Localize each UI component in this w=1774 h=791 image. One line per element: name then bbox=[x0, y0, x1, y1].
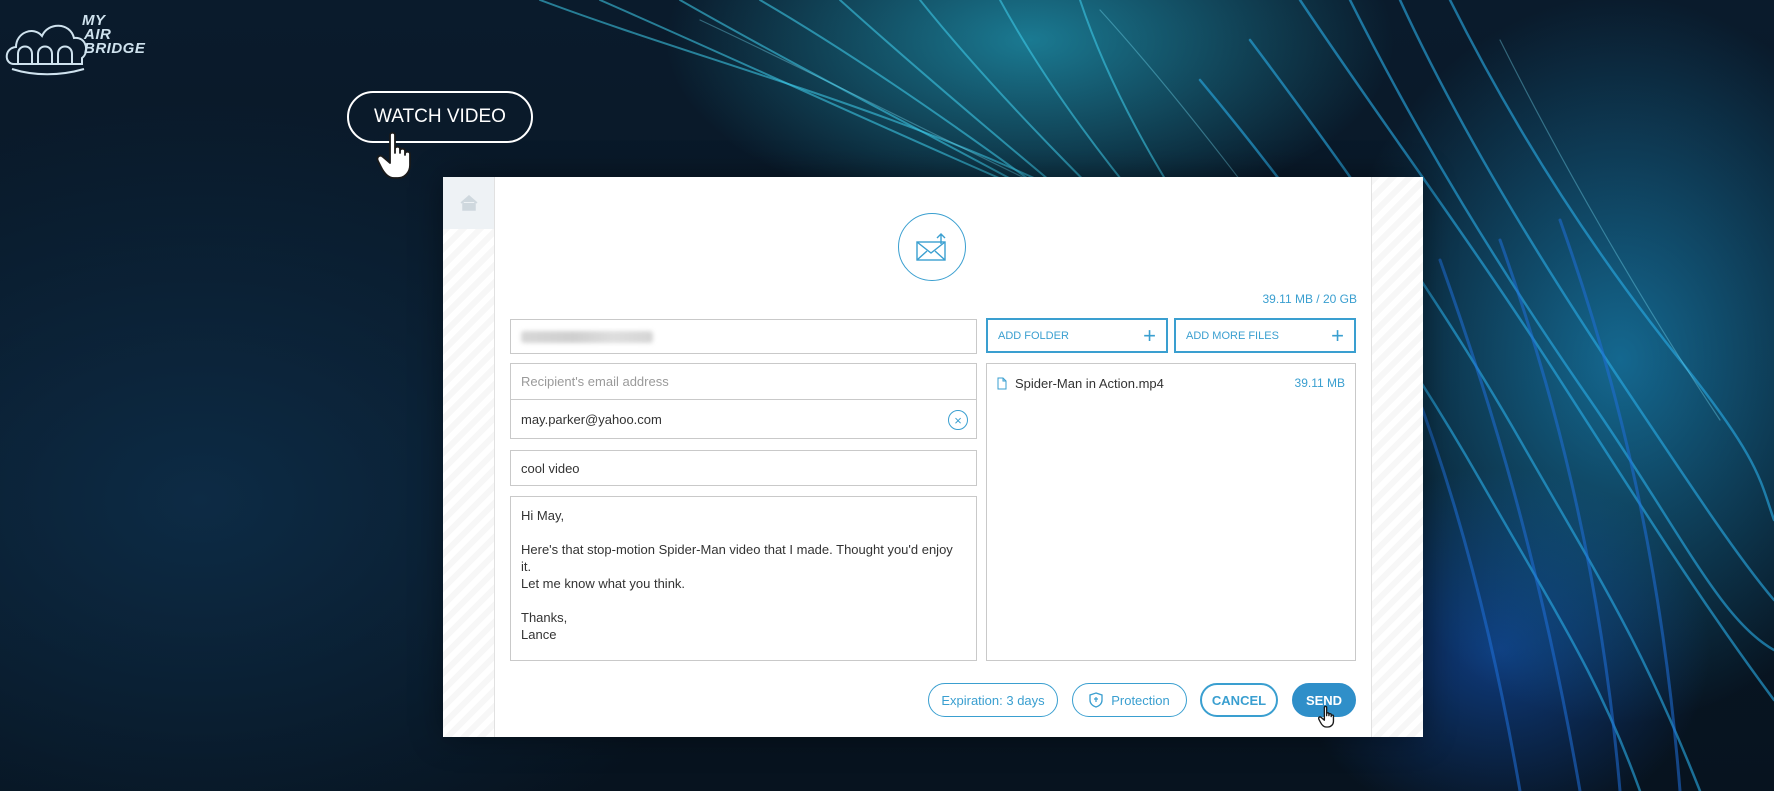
hand-pointer-icon bbox=[1318, 705, 1335, 728]
expiration-label: Expiration: 3 days bbox=[941, 692, 1045, 708]
hand-pointer-icon bbox=[376, 131, 411, 179]
shield-icon bbox=[1089, 692, 1103, 708]
file-item[interactable]: Spider-Man in Action.mp4 39.11 MB bbox=[997, 374, 1345, 392]
home-icon bbox=[460, 195, 477, 211]
expiration-button[interactable]: Expiration: 3 days bbox=[928, 683, 1058, 717]
message-line: Hi May, bbox=[521, 508, 565, 523]
cancel-button[interactable]: CANCEL bbox=[1200, 683, 1278, 717]
recipient-entry: may.parker@yahoo.com bbox=[521, 412, 662, 427]
watch-video-button[interactable]: WATCH VIDEO bbox=[347, 91, 533, 143]
message-line: Thanks, bbox=[521, 610, 568, 625]
left-sidebar bbox=[443, 177, 495, 737]
my-airbridge-logo[interactable]: MY AIR BRIDGE bbox=[4, 8, 154, 80]
message-line: Let me know what you think. bbox=[521, 576, 686, 591]
add-folder-label: ADD FOLDER bbox=[998, 329, 1069, 342]
logo-text: MY AIR BRIDGE bbox=[82, 12, 146, 57]
message-line: Lance bbox=[521, 627, 557, 642]
file-name: Spider-Man in Action.mp4 bbox=[1015, 375, 1164, 391]
recipient-email-input[interactable] bbox=[511, 364, 976, 400]
protection-button[interactable]: Protection bbox=[1072, 683, 1187, 717]
sender-email-field[interactable] bbox=[510, 319, 977, 354]
transfer-panel: 39.11 MB / 20 GB ADD FOLDER + ADD MORE F… bbox=[443, 177, 1423, 737]
home-button[interactable] bbox=[443, 177, 494, 229]
watch-video-label: WATCH VIDEO bbox=[374, 106, 506, 127]
cloud-bridge-icon bbox=[5, 24, 88, 76]
recipients-box: may.parker@yahoo.com × bbox=[510, 363, 977, 439]
close-circle-icon: × bbox=[954, 412, 962, 428]
file-size: 39.11 MB bbox=[1294, 376, 1345, 390]
subject-value: cool video bbox=[521, 461, 580, 476]
remove-recipient-button[interactable]: × bbox=[948, 410, 968, 430]
add-folder-button[interactable]: ADD FOLDER + bbox=[986, 318, 1168, 353]
plus-icon: + bbox=[1143, 322, 1156, 348]
file-icon bbox=[997, 377, 1007, 389]
add-more-files-button[interactable]: ADD MORE FILES + bbox=[1174, 318, 1356, 353]
plus-icon: + bbox=[1331, 322, 1344, 348]
protection-label: Protection bbox=[1111, 692, 1170, 708]
envelope-upload-badge bbox=[898, 213, 966, 281]
subject-field[interactable]: cool video bbox=[510, 450, 977, 486]
files-list: Spider-Man in Action.mp4 39.11 MB bbox=[986, 363, 1356, 661]
right-sidebar bbox=[1371, 177, 1423, 737]
envelope-upload-icon bbox=[916, 233, 946, 261]
storage-quota: 39.11 MB / 20 GB bbox=[1262, 292, 1358, 306]
cancel-label: CANCEL bbox=[1211, 692, 1267, 708]
message-field[interactable]: Hi May, Here's that stop-motion Spider-M… bbox=[510, 496, 977, 661]
message-line: Here's that stop-motion Spider-Man video… bbox=[521, 542, 953, 574]
sender-email-redacted bbox=[521, 331, 653, 343]
add-more-files-label: ADD MORE FILES bbox=[1186, 329, 1279, 342]
